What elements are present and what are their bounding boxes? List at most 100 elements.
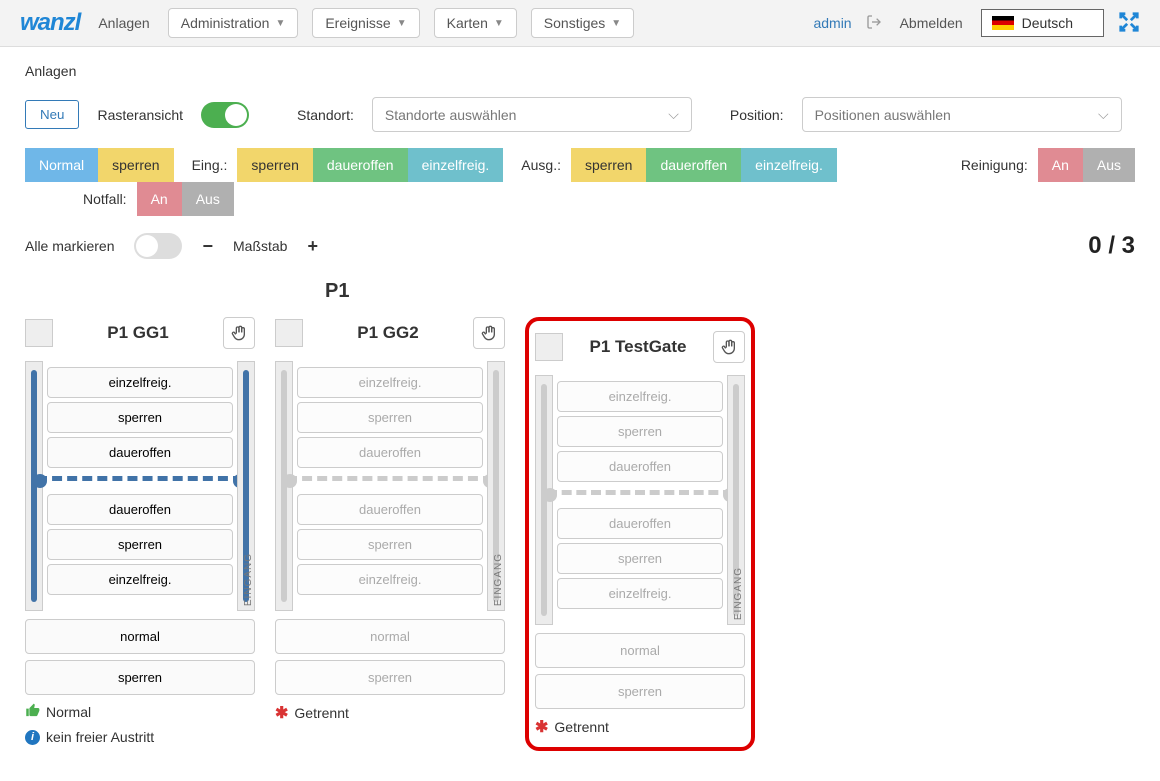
raster-label: Rasteransicht [97, 107, 183, 123]
chevron-down-icon: ⌵ [1098, 106, 1109, 123]
gate-select-checkbox[interactable] [535, 333, 563, 361]
disconnect-icon: ✱ [535, 717, 548, 737]
gate-divider [557, 486, 723, 504]
filter-eing-label: Eing.: [174, 157, 238, 173]
gate-einzelfreig-top-button[interactable]: einzelfreig. [557, 381, 723, 412]
position-label: Position: [730, 107, 784, 123]
nav-ereignisse-dropdown[interactable]: Ereignisse ▼ [312, 8, 419, 38]
gate-foot-sperren-button[interactable]: sperren [25, 660, 255, 695]
gate-side-right: EINGANG [487, 361, 505, 611]
gate-title: P1 GG2 [313, 323, 463, 343]
gate-status-text: Getrennt [554, 719, 608, 735]
fullscreen-icon[interactable] [1118, 11, 1140, 36]
chevron-down-icon: ▼ [611, 18, 621, 29]
position-placeholder: Positionen auswählen [815, 107, 951, 123]
logout-icon[interactable] [866, 14, 882, 33]
gate-card: P1 GG1 einzelfreig. sperren daueroffen d… [25, 317, 255, 745]
gate-status-line: ✱ Getrennt [275, 703, 505, 723]
gate-daueroffen-top-button[interactable]: daueroffen [557, 451, 723, 482]
gate-status-line: Normal [25, 703, 255, 721]
gate-foot-sperren-button[interactable]: sperren [275, 660, 505, 695]
gate-normal-button[interactable]: normal [535, 633, 745, 668]
gate-sperren-bottom-button[interactable]: sperren [557, 543, 723, 574]
filter-notfall-aus-button[interactable]: Aus [182, 182, 234, 216]
filter-eing-sperren-button[interactable]: sperren [237, 148, 312, 182]
gate-sperren-top-button[interactable]: sperren [47, 402, 233, 433]
gate-sperren-top-button[interactable]: sperren [557, 416, 723, 447]
gate-status-text: Getrennt [294, 705, 348, 721]
gate-einzelfreig-top-button[interactable]: einzelfreig. [297, 367, 483, 398]
gate-normal-button[interactable]: normal [25, 619, 255, 654]
filter-reinigung-an-button[interactable]: An [1038, 148, 1083, 182]
gate-einzelfreig-bottom-button[interactable]: einzelfreig. [297, 564, 483, 595]
gate-divider [47, 472, 233, 490]
mark-all-toggle[interactable] [134, 233, 182, 259]
gate-foot-sperren-button[interactable]: sperren [535, 674, 745, 709]
filter-reinigung-aus-button[interactable]: Aus [1083, 148, 1135, 182]
eingang-label: EINGANG [492, 549, 505, 610]
filter-eing-einzelfreig-button[interactable]: einzelfreig. [408, 148, 504, 182]
logo: wanzl [20, 9, 80, 37]
gate-sperren-bottom-button[interactable]: sperren [47, 529, 233, 560]
filter-ausg-daueroffen-button[interactable]: daueroffen [646, 148, 741, 182]
standort-placeholder: Standorte auswählen [385, 107, 517, 123]
gate-daueroffen-bottom-button[interactable]: daueroffen [47, 494, 233, 525]
filter-notfall-label: Notfall: [65, 191, 137, 207]
nav-sonstiges-dropdown[interactable]: Sonstiges ▼ [531, 8, 634, 38]
filter-ausg-einzelfreig-button[interactable]: einzelfreig. [741, 148, 837, 182]
gate-side-right: EINGANG [237, 361, 255, 611]
nav-anlagen[interactable]: Anlagen [94, 9, 153, 37]
gate-einzelfreig-bottom-button[interactable]: einzelfreig. [557, 578, 723, 609]
gate-daueroffen-bottom-button[interactable]: daueroffen [297, 494, 483, 525]
new-button[interactable]: Neu [25, 100, 79, 129]
gate-card: P1 TestGate einzelfreig. sperren dauerof… [525, 317, 755, 751]
filter-normal-button[interactable]: Normal [25, 148, 98, 182]
nav-administration-dropdown[interactable]: Administration ▼ [168, 8, 299, 38]
nav-administration-label: Administration [181, 15, 270, 31]
gate-manual-button[interactable] [473, 317, 505, 349]
filter-sperren-button[interactable]: sperren [98, 148, 173, 182]
gate-manual-button[interactable] [223, 317, 255, 349]
standort-select[interactable]: Standorte auswählen ⌵ [372, 97, 692, 132]
chevron-down-icon: ▼ [494, 18, 504, 29]
group-title: P1 [325, 280, 1135, 303]
scale-plus-button[interactable]: + [307, 236, 318, 257]
gate-manual-button[interactable] [713, 331, 745, 363]
gate-status-text: kein freier Austritt [46, 729, 154, 745]
gate-sperren-top-button[interactable]: sperren [297, 402, 483, 433]
standort-label: Standort: [297, 107, 354, 123]
filter-eing-daueroffen-button[interactable]: daueroffen [313, 148, 408, 182]
gate-divider [297, 472, 483, 490]
raster-toggle[interactable] [201, 102, 249, 128]
nav-sonstiges-label: Sonstiges [544, 15, 605, 31]
logout-link[interactable]: Abmelden [896, 9, 967, 37]
chevron-down-icon: ⌵ [668, 106, 679, 123]
top-navigation: wanzl Anlagen Administration ▼ Ereigniss… [0, 0, 1160, 47]
position-select[interactable]: Positionen auswählen ⌵ [802, 97, 1122, 132]
gate-einzelfreig-top-button[interactable]: einzelfreig. [47, 367, 233, 398]
info-icon: i [25, 730, 40, 745]
language-select[interactable]: Deutsch [981, 9, 1104, 37]
gate-select-checkbox[interactable] [25, 319, 53, 347]
disconnect-icon: ✱ [275, 703, 288, 723]
gate-status-line: ✱ Getrennt [535, 717, 745, 737]
eingang-label: EINGANG [242, 549, 255, 610]
scale-minus-button[interactable]: − [202, 236, 213, 257]
gate-select-checkbox[interactable] [275, 319, 303, 347]
gate-normal-button[interactable]: normal [275, 619, 505, 654]
filter-ausg-sperren-button[interactable]: sperren [571, 148, 646, 182]
gate-status-text: Normal [46, 704, 91, 720]
nav-karten-dropdown[interactable]: Karten ▼ [434, 8, 517, 38]
gate-card: P1 GG2 einzelfreig. sperren daueroffen d… [275, 317, 505, 723]
gate-sperren-bottom-button[interactable]: sperren [297, 529, 483, 560]
user-link[interactable]: admin [813, 15, 851, 31]
chevron-down-icon: ▼ [275, 18, 285, 29]
gate-daueroffen-top-button[interactable]: daueroffen [47, 437, 233, 468]
chevron-down-icon: ▼ [397, 18, 407, 29]
nav-ereignisse-label: Ereignisse [325, 15, 390, 31]
thumb-up-icon [25, 703, 40, 721]
gate-daueroffen-bottom-button[interactable]: daueroffen [557, 508, 723, 539]
filter-notfall-an-button[interactable]: An [137, 182, 182, 216]
gate-einzelfreig-bottom-button[interactable]: einzelfreig. [47, 564, 233, 595]
gate-daueroffen-top-button[interactable]: daueroffen [297, 437, 483, 468]
